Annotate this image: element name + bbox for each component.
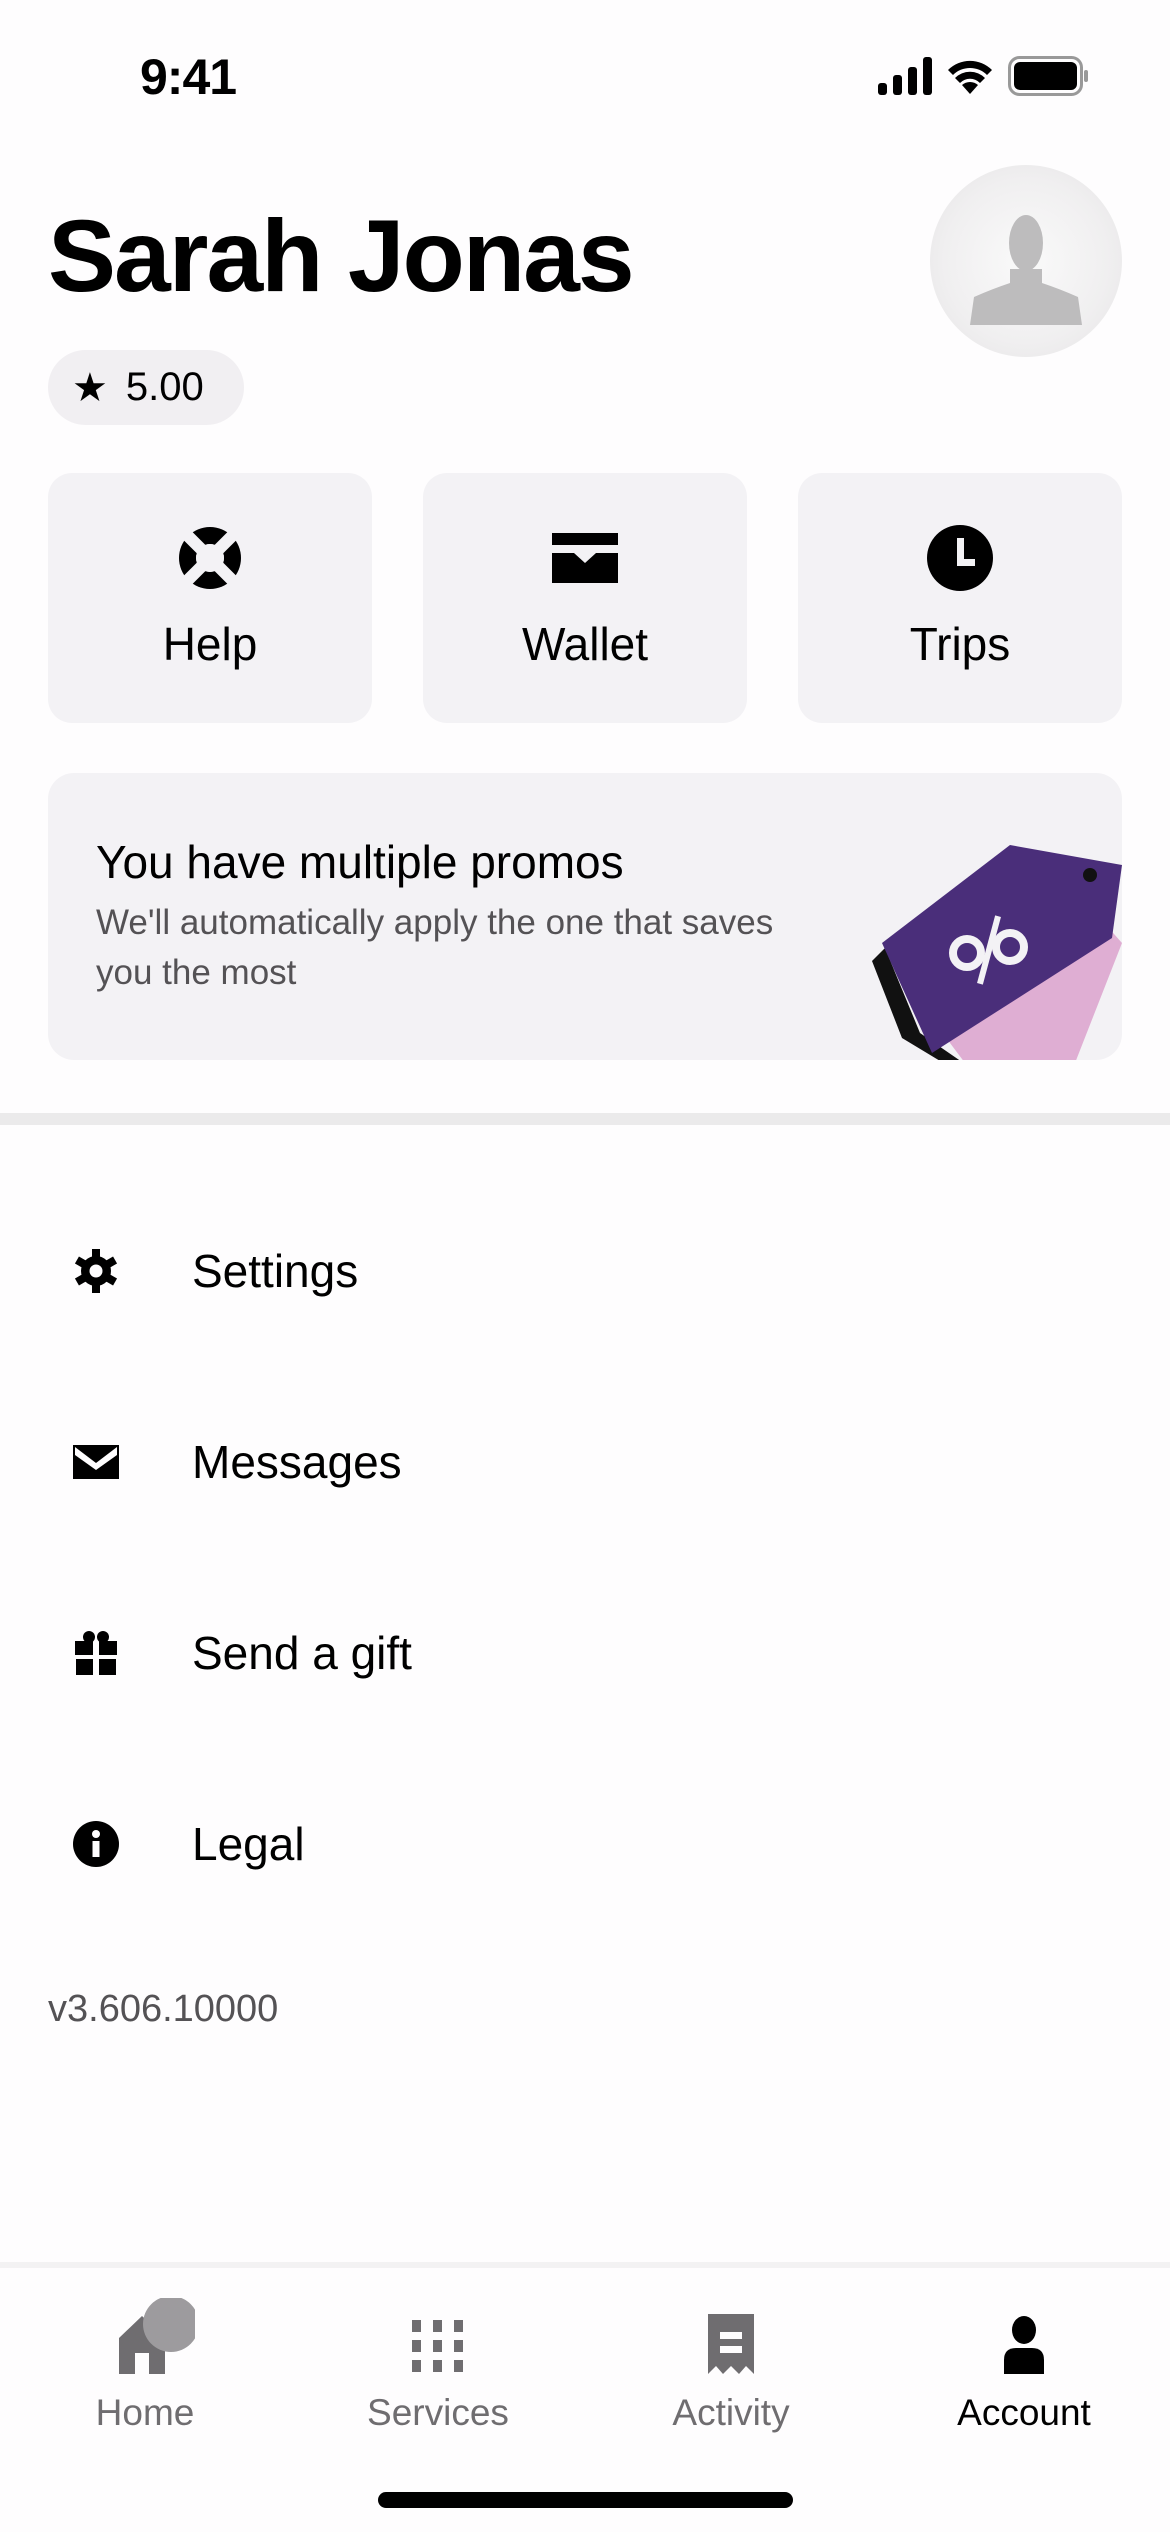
clock-icon — [927, 525, 993, 591]
nav-label: Home — [95, 2392, 195, 2433]
nav-label: Account — [957, 2392, 1091, 2433]
menu-label: Legal — [192, 1817, 305, 1870]
star-icon: ★ — [72, 365, 108, 410]
lifebuoy-icon — [179, 527, 241, 589]
status-time: 9:41 — [140, 49, 237, 105]
status-bar: 9:41 — [0, 0, 1170, 150]
promo-subtitle: We'll automatically apply the one that s… — [96, 903, 774, 992]
trips-label: Trips — [909, 618, 1011, 670]
battery-icon — [1008, 56, 1088, 96]
account-menu: Settings Messages Send a gift Legal — [0, 1125, 1170, 1939]
nav-account[interactable]: Account — [904, 2304, 1144, 2434]
section-divider — [0, 1113, 1170, 1125]
help-label: Help — [162, 618, 258, 670]
home-icon — [119, 2298, 195, 2374]
menu-label: Messages — [192, 1435, 402, 1488]
menu-item-messages[interactable]: Messages — [0, 1366, 1170, 1557]
percent-tag-illustration — [872, 845, 1122, 1060]
trips-tile[interactable]: Trips — [798, 473, 1122, 723]
rating-badge[interactable]: ★ 5.00 — [48, 350, 244, 425]
app-version: v3.606.10000 — [48, 1988, 279, 2030]
rating-value: 5.00 — [125, 365, 204, 409]
wallet-icon — [552, 533, 618, 583]
promo-title: You have multiple promos — [96, 836, 624, 888]
nav-label: Services — [367, 2392, 509, 2433]
grid-icon — [412, 2320, 463, 2372]
menu-label: Send a gift — [192, 1626, 412, 1679]
help-tile[interactable]: Help — [48, 473, 372, 723]
nav-activity[interactable]: Activity — [611, 2304, 851, 2434]
wallet-label: Wallet — [521, 618, 649, 670]
menu-item-settings[interactable]: Settings — [0, 1125, 1170, 1366]
person-icon — [1004, 2316, 1044, 2374]
wifi-icon — [948, 60, 992, 94]
menu-item-legal[interactable]: Legal — [0, 1748, 1170, 1939]
info-icon — [72, 1820, 120, 1868]
promo-card[interactable]: You have multiple promos We'll automatic… — [48, 773, 1122, 1060]
quick-actions: Help Wallet Trips — [48, 473, 1122, 723]
home-indicator[interactable] — [378, 2492, 793, 2508]
nav-label: Activity — [672, 2392, 790, 2433]
menu-label: Settings — [192, 1244, 359, 1297]
person-silhouette-icon — [970, 215, 1082, 325]
gift-icon — [72, 1629, 120, 1677]
cellular-signal-icon — [878, 57, 932, 95]
menu-item-send-gift[interactable]: Send a gift — [0, 1557, 1170, 1748]
nav-services[interactable]: Services — [318, 2304, 558, 2434]
profile-name: Sarah Jonas — [48, 199, 635, 313]
status-icons — [878, 56, 1090, 96]
receipt-icon — [708, 2314, 754, 2374]
gear-icon — [72, 1247, 120, 1295]
avatar[interactable] — [930, 165, 1122, 357]
wallet-tile[interactable]: Wallet — [423, 473, 747, 723]
nav-home[interactable]: Home — [25, 2298, 265, 2434]
envelope-icon — [72, 1438, 120, 1486]
